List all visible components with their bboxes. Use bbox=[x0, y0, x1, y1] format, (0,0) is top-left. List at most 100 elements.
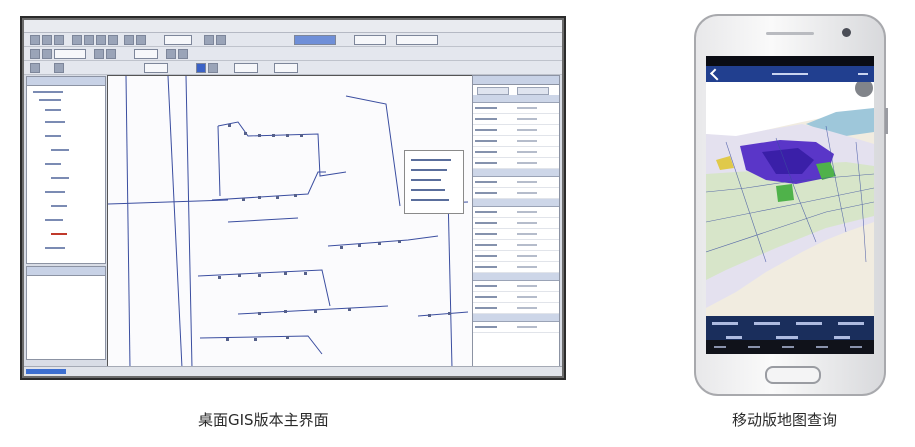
property-section bbox=[473, 199, 559, 207]
tool-icon[interactable] bbox=[94, 49, 104, 59]
tree-node[interactable] bbox=[45, 121, 65, 123]
tool-icon[interactable] bbox=[178, 49, 188, 59]
context-menu-item[interactable] bbox=[411, 199, 449, 201]
tool-icon[interactable] bbox=[196, 63, 206, 73]
tree-node[interactable] bbox=[51, 149, 69, 151]
save-icon[interactable] bbox=[54, 35, 64, 45]
open-icon[interactable] bbox=[42, 35, 52, 45]
tab-item[interactable] bbox=[748, 346, 760, 348]
select-icon[interactable] bbox=[108, 35, 118, 45]
tree-node[interactable] bbox=[33, 91, 63, 93]
context-menu-item[interactable] bbox=[411, 159, 451, 161]
tree-node[interactable] bbox=[51, 205, 67, 207]
print-icon[interactable] bbox=[216, 35, 226, 45]
property-row[interactable] bbox=[473, 281, 559, 292]
property-row[interactable] bbox=[473, 229, 559, 240]
tab-item[interactable] bbox=[850, 346, 862, 348]
back-arrow-icon[interactable] bbox=[709, 68, 723, 81]
map-canvas[interactable] bbox=[107, 75, 479, 369]
context-menu-item[interactable] bbox=[411, 189, 445, 191]
tab-item[interactable] bbox=[816, 346, 828, 348]
property-row[interactable] bbox=[473, 147, 559, 158]
toolbar-combobox[interactable] bbox=[54, 49, 86, 59]
tab-item[interactable] bbox=[782, 346, 794, 348]
tool-icon[interactable] bbox=[208, 63, 218, 73]
toolbar-1 bbox=[24, 33, 562, 47]
tool-icon[interactable] bbox=[30, 63, 40, 73]
toolbar-3 bbox=[24, 61, 562, 75]
property-row[interactable] bbox=[473, 303, 559, 314]
tree-node[interactable] bbox=[45, 219, 63, 221]
property-row[interactable] bbox=[473, 240, 559, 251]
measure-icon[interactable] bbox=[124, 35, 134, 45]
property-tab[interactable] bbox=[477, 87, 509, 95]
property-section bbox=[473, 314, 559, 322]
progress-indicator bbox=[26, 369, 66, 374]
phone-screen bbox=[706, 56, 874, 354]
mobile-caption: 移动版地图查询 bbox=[732, 411, 838, 429]
tool-icon[interactable] bbox=[166, 49, 176, 59]
property-row[interactable] bbox=[473, 262, 559, 273]
context-menu-item[interactable] bbox=[411, 169, 447, 171]
property-row[interactable] bbox=[473, 188, 559, 199]
tree-node[interactable] bbox=[45, 247, 65, 249]
tree-node[interactable] bbox=[45, 109, 61, 111]
property-row[interactable] bbox=[473, 103, 559, 114]
tool-icon[interactable] bbox=[30, 49, 40, 59]
toolbar-combobox[interactable] bbox=[134, 49, 158, 59]
property-row[interactable] bbox=[473, 114, 559, 125]
tree-node[interactable] bbox=[45, 163, 61, 165]
query-button[interactable] bbox=[834, 336, 850, 339]
tool-icon[interactable] bbox=[106, 49, 116, 59]
tree-node[interactable] bbox=[45, 191, 65, 193]
tool-icon[interactable] bbox=[54, 63, 64, 73]
property-row[interactable] bbox=[473, 125, 559, 136]
toolbar-combobox[interactable] bbox=[354, 35, 386, 45]
app-menu-button[interactable] bbox=[858, 73, 868, 75]
tree-node[interactable] bbox=[51, 233, 67, 235]
query-button[interactable] bbox=[838, 322, 864, 325]
app-title-bar bbox=[706, 66, 874, 82]
highlighted-tool[interactable] bbox=[294, 35, 336, 45]
toolbar-combobox[interactable] bbox=[144, 63, 168, 73]
property-row[interactable] bbox=[473, 292, 559, 303]
query-button[interactable] bbox=[776, 336, 798, 339]
tool-icon[interactable] bbox=[42, 49, 52, 59]
property-row[interactable] bbox=[473, 251, 559, 262]
toolbar-2 bbox=[24, 47, 562, 61]
property-row[interactable] bbox=[473, 322, 559, 333]
context-menu-item[interactable] bbox=[411, 179, 441, 181]
pan-icon[interactable] bbox=[96, 35, 106, 45]
tree-node[interactable] bbox=[39, 99, 61, 101]
tab-item[interactable] bbox=[714, 346, 726, 348]
property-tab[interactable] bbox=[517, 87, 549, 95]
desktop-gis-window bbox=[20, 16, 566, 380]
query-button[interactable] bbox=[754, 322, 780, 325]
query-button[interactable] bbox=[712, 322, 738, 325]
property-row[interactable] bbox=[473, 218, 559, 229]
property-row[interactable] bbox=[473, 207, 559, 218]
scale-combobox[interactable] bbox=[164, 35, 192, 45]
layer-icon[interactable] bbox=[204, 35, 214, 45]
toolbar-combobox[interactable] bbox=[274, 63, 298, 73]
property-section bbox=[473, 273, 559, 281]
tree-node[interactable] bbox=[51, 177, 69, 179]
tree-node[interactable] bbox=[45, 135, 61, 137]
mobile-map[interactable] bbox=[706, 79, 874, 318]
zoom-in-icon[interactable] bbox=[72, 35, 82, 45]
new-icon[interactable] bbox=[30, 35, 40, 45]
property-row[interactable] bbox=[473, 158, 559, 169]
property-section bbox=[473, 95, 559, 103]
layer-tree-title bbox=[27, 77, 105, 86]
layer-tree-panel bbox=[26, 76, 106, 264]
property-row[interactable] bbox=[473, 177, 559, 188]
property-row[interactable] bbox=[473, 136, 559, 147]
home-button[interactable] bbox=[765, 366, 821, 384]
toolbar-combobox[interactable] bbox=[234, 63, 258, 73]
query-button[interactable] bbox=[796, 322, 822, 325]
phone-bottom-tabs bbox=[706, 340, 874, 354]
query-button[interactable] bbox=[726, 336, 742, 339]
zoom-out-icon[interactable] bbox=[84, 35, 94, 45]
identify-icon[interactable] bbox=[136, 35, 146, 45]
toolbar-search-box[interactable] bbox=[396, 35, 438, 45]
